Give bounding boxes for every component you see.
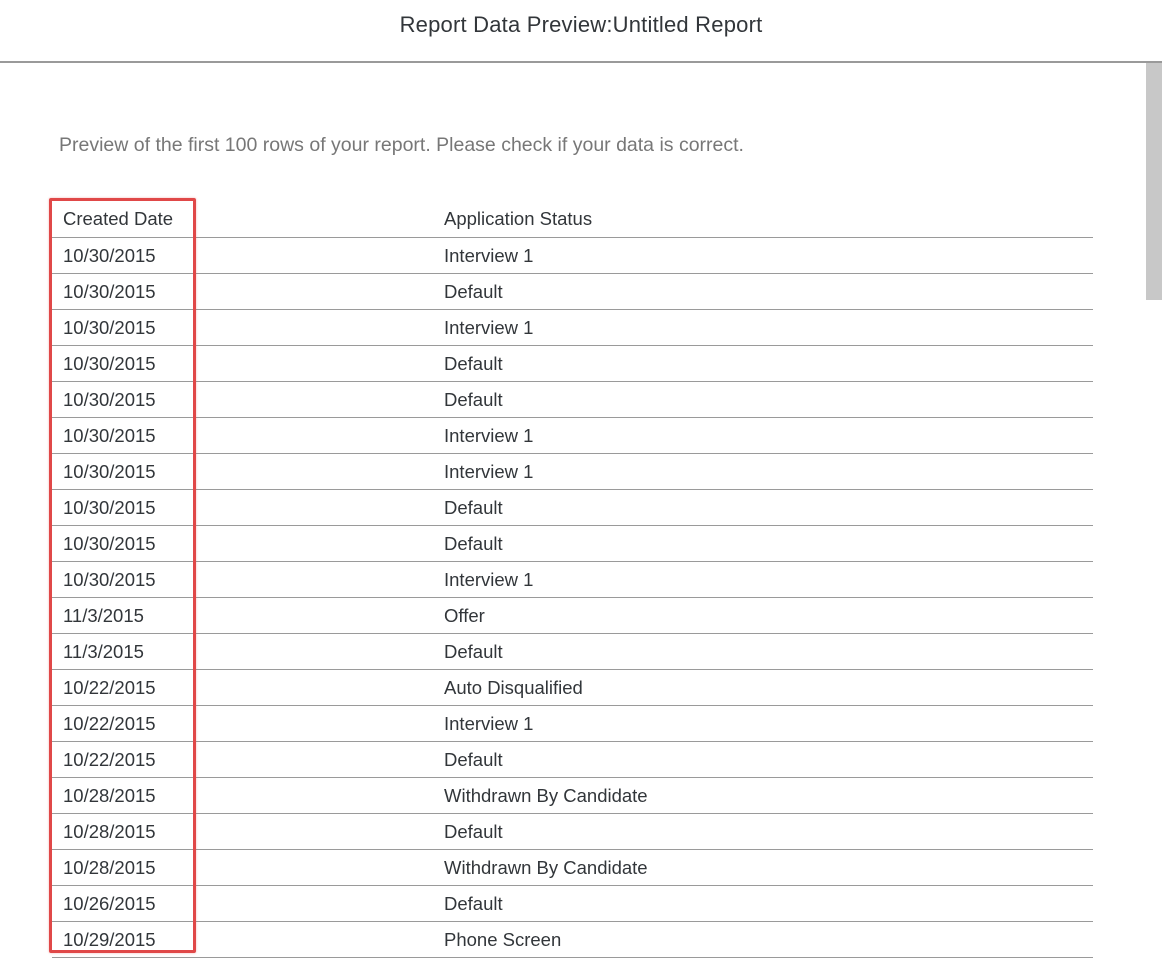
table-row: 10/30/2015 Default [52,525,1093,562]
vertical-scrollbar[interactable] [1144,63,1162,962]
table-row: 10/29/2015 Phone Screen [52,921,1093,958]
created-date-cell: 10/30/2015 [52,561,433,598]
application-status-cell: Default [433,489,1093,526]
created-date-cell: 10/30/2015 [52,345,433,382]
application-status-cell: Default [433,345,1093,382]
table-row: 10/30/2015 Default [52,345,1093,382]
created-date-cell: 10/28/2015 [52,849,433,886]
table-row: 10/28/2015 Default [52,813,1093,850]
table-row: 10/30/2015 Default [52,381,1093,418]
created-date-cell: 10/29/2015 [52,921,433,958]
application-status-cell: Default [433,633,1093,670]
table-row: 10/22/2015 Interview 1 [52,705,1093,742]
created-date-cell: 10/30/2015 [52,381,433,418]
created-date-cell: 10/28/2015 [52,777,433,814]
table-row: 10/28/2015 Withdrawn By Candidate [52,849,1093,886]
report-preview-dialog: Report Data Preview:Untitled Report Prev… [0,0,1162,962]
application-status-cell: Interview 1 [433,417,1093,454]
table-row: 10/30/2015 Interview 1 [52,309,1093,346]
preview-description: Preview of the first 100 rows of your re… [59,134,744,156]
application-status-cell: Default [433,741,1093,778]
created-date-cell: 10/30/2015 [52,453,433,490]
table-row: 10/30/2015 Default [52,489,1093,526]
created-date-cell: 10/30/2015 [52,273,433,310]
table-row: 10/30/2015 Default [52,273,1093,310]
preview-scroll-area[interactable]: Preview of the first 100 rows of your re… [0,63,1144,962]
created-date-cell: 10/22/2015 [52,741,433,778]
application-status-cell: Phone Screen [433,921,1093,958]
created-date-cell: 11/3/2015 [52,597,433,634]
created-date-cell: 10/28/2015 [52,813,433,850]
application-status-cell: Default [433,813,1093,850]
created-date-cell: 10/22/2015 [52,705,433,742]
application-status-cell: Default [433,885,1093,922]
report-preview-table: Created Date Application Status 10/30/20… [52,200,1093,958]
table-row: 10/30/2015 Interview 1 [52,417,1093,454]
created-date-cell: 10/30/2015 [52,309,433,346]
table-row: 10/26/2015 Default [52,885,1093,922]
dialog-header: Report Data Preview:Untitled Report [0,0,1162,63]
table-row: 10/30/2015 Interview 1 [52,237,1093,274]
application-status-cell: Interview 1 [433,453,1093,490]
application-status-cell: Offer [433,597,1093,634]
created-date-cell: 10/30/2015 [52,417,433,454]
column-header-created-date: Created Date [52,200,433,238]
application-status-cell: Withdrawn By Candidate [433,777,1093,814]
created-date-cell: 10/26/2015 [52,885,433,922]
table-header-row: Created Date Application Status [52,200,1093,238]
application-status-cell: Interview 1 [433,237,1093,274]
created-date-cell: 10/22/2015 [52,669,433,706]
table-row: 10/22/2015 Default [52,741,1093,778]
table-row: 10/22/2015 Auto Disqualified [52,669,1093,706]
application-status-cell: Interview 1 [433,705,1093,742]
application-status-cell: Interview 1 [433,309,1093,346]
created-date-cell: 11/3/2015 [52,633,433,670]
created-date-cell: 10/30/2015 [52,237,433,274]
table-body: 10/30/2015 Interview 1 10/30/2015 Default 10… [52,237,1093,958]
application-status-cell: Auto Disqualified [433,669,1093,706]
dialog-title: Report Data Preview:Untitled Report [399,11,763,37]
application-status-cell: Default [433,273,1093,310]
created-date-cell: 10/30/2015 [52,489,433,526]
table-row: 10/30/2015 Interview 1 [52,453,1093,490]
application-status-cell: Interview 1 [433,561,1093,598]
created-date-cell: 10/30/2015 [52,525,433,562]
application-status-cell: Withdrawn By Candidate [433,849,1093,886]
column-header-application-status: Application Status [433,200,1093,238]
table-row: 10/30/2015 Interview 1 [52,561,1093,598]
table-row: 11/3/2015 Offer [52,597,1093,634]
application-status-cell: Default [433,381,1093,418]
table-row: 10/28/2015 Withdrawn By Candidate [52,777,1093,814]
table-row: 11/3/2015 Default [52,633,1093,670]
application-status-cell: Default [433,525,1093,562]
scrollbar-thumb[interactable] [1146,63,1162,300]
